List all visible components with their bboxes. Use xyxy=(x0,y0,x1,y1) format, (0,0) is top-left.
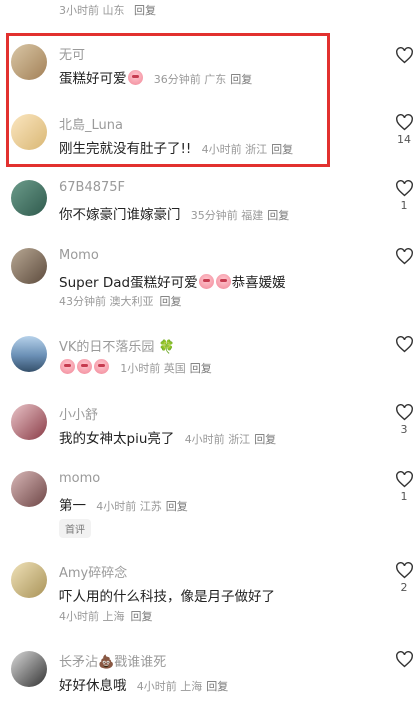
comment-location: 浙江 xyxy=(228,433,251,446)
heart-icon xyxy=(395,248,413,265)
like-count: 1 xyxy=(400,199,408,212)
comment-meta: 4小时前 上海 回复 xyxy=(59,608,153,624)
username[interactable]: Momo xyxy=(59,248,99,263)
pig-emoji-icon xyxy=(60,359,75,374)
heart-icon xyxy=(395,404,413,421)
comment-item: 67B4875F 你不嫁豪门谁嫁豪门 35分钟前 福建 回复 1 xyxy=(0,180,416,230)
like-button[interactable]: 3 xyxy=(392,404,416,436)
username-text: 戳谁谁死 xyxy=(114,655,167,670)
username-text: VK的日不落乐园 xyxy=(59,340,155,355)
reply-button[interactable]: 回复 xyxy=(160,295,182,308)
avatar[interactable] xyxy=(11,180,47,216)
avatar[interactable] xyxy=(11,651,47,687)
reply-button[interactable]: 回复 xyxy=(267,209,289,222)
comment-time: 4小时前 xyxy=(184,433,225,446)
like-button[interactable]: 1 xyxy=(392,471,416,503)
username[interactable]: 小小舒 xyxy=(59,404,98,423)
first-comment-badge: 首评 xyxy=(59,519,91,538)
poop-icon: 💩 xyxy=(98,655,115,670)
comment-time: 4小时前 xyxy=(96,500,137,513)
reply-button[interactable]: 回复 xyxy=(134,4,156,17)
like-button[interactable] xyxy=(392,248,416,265)
reply-button[interactable]: 回复 xyxy=(190,362,212,375)
comment-time: 3小时前 xyxy=(59,4,99,17)
comment-text-content: 你不嫁豪门谁嫁豪门 xyxy=(59,207,181,223)
like-button[interactable]: 14 xyxy=(392,114,416,146)
comment-location: 山东 xyxy=(102,4,125,17)
username[interactable]: 67B4875F xyxy=(59,180,125,195)
comment-text: 你不嫁豪门谁嫁豪门 35分钟前 福建 回复 xyxy=(59,203,289,223)
comment-text: 第一 4小时前 江苏 回复 xyxy=(59,494,188,514)
avatar[interactable] xyxy=(11,336,47,372)
comment-text: 1小时前 英国 回复 xyxy=(59,359,212,376)
comment-text-content: 我的女神太piu亮了 xyxy=(59,431,175,447)
comment-time: 4小时前 xyxy=(59,610,99,623)
highlight-box xyxy=(6,33,330,167)
heart-icon xyxy=(395,114,413,131)
like-button[interactable] xyxy=(392,336,416,353)
reply-button[interactable]: 回复 xyxy=(206,680,228,693)
username[interactable]: Amy碎碎念 xyxy=(59,562,127,581)
comment-meta: 43分钟前 澳大利亚 回复 xyxy=(59,293,182,309)
heart-icon xyxy=(395,336,413,353)
previous-comment-meta: 3小时前 山东 回复 xyxy=(59,2,156,18)
pig-emoji-icon xyxy=(198,274,214,289)
reply-button[interactable]: 回复 xyxy=(131,610,153,623)
comment-location: 澳大利亚 xyxy=(109,295,154,308)
comment-text-content: Super Dad蛋糕好可爱 xyxy=(59,275,198,291)
heart-icon xyxy=(395,180,413,197)
heart-icon xyxy=(395,651,413,668)
avatar[interactable] xyxy=(11,248,47,284)
comment-text: 我的女神太piu亮了 4小时前 浙江 回复 xyxy=(59,427,276,447)
like-count: 3 xyxy=(400,423,408,436)
like-button[interactable]: 1 xyxy=(392,180,416,212)
comment-location: 英国 xyxy=(163,362,186,375)
reply-button[interactable]: 回复 xyxy=(254,433,276,446)
comment-location: 上海 xyxy=(180,680,203,693)
comment-time: 4小时前 xyxy=(136,680,177,693)
comment-item: VK的日不落乐园 🍀 1小时前 英国 回复 xyxy=(0,336,416,386)
like-count: 14 xyxy=(397,133,411,146)
clover-icon: 🍀 xyxy=(158,340,175,355)
like-count: 1 xyxy=(400,490,408,503)
pig-emoji-icon xyxy=(77,359,92,374)
pig-emoji-icon xyxy=(94,359,109,374)
comment-text-content: 好好休息哦 xyxy=(59,678,127,694)
comment-time: 1小时前 xyxy=(120,362,161,375)
comment-text-content: 恭喜媛媛 xyxy=(231,275,286,291)
username[interactable]: 长矛沾💩戳谁谁死 xyxy=(59,651,166,670)
comment-location: 上海 xyxy=(102,610,125,623)
like-count: 2 xyxy=(400,581,408,594)
comment-time: 43分钟前 xyxy=(59,295,106,308)
avatar[interactable] xyxy=(11,471,47,507)
avatar[interactable] xyxy=(11,562,47,598)
comment-item: Amy碎碎念 吓人用的什么科技，像是月子做好了 4小时前 上海 回复 2 xyxy=(0,562,416,627)
comment-text: 吓人用的什么科技，像是月子做好了 xyxy=(59,589,275,605)
username-text: 长矛沾 xyxy=(59,655,99,670)
comment-item: Momo Super Dad蛋糕好可爱 恭喜媛媛 43分钟前 澳大利亚 回复 xyxy=(0,248,416,313)
username[interactable]: VK的日不落乐园 🍀 xyxy=(59,336,175,355)
comment-item: 小小舒 我的女神太piu亮了 4小时前 浙江 回复 3 xyxy=(0,404,416,454)
comment-text-content: 第一 xyxy=(59,498,86,514)
heart-icon xyxy=(395,562,413,579)
like-button[interactable]: 2 xyxy=(392,562,416,594)
comment-location: 江苏 xyxy=(139,500,162,513)
reply-button[interactable]: 回复 xyxy=(166,500,188,513)
like-button[interactable] xyxy=(392,651,416,668)
comment-location: 福建 xyxy=(241,209,264,222)
comment-text: Super Dad蛋糕好可爱 恭喜媛媛 xyxy=(59,271,286,291)
avatar[interactable] xyxy=(11,404,47,440)
comment-time: 35分钟前 xyxy=(190,209,238,222)
heart-icon xyxy=(395,471,413,488)
comment-text: 好好休息哦 4小时前 上海 回复 xyxy=(59,674,228,694)
comment-item: 长矛沾💩戳谁谁死 好好休息哦 4小时前 上海 回复 xyxy=(0,651,416,701)
comment-item: momo 第一 4小时前 江苏 回复 首评 1 xyxy=(0,471,416,541)
pig-emoji-icon xyxy=(215,274,231,289)
username[interactable]: momo xyxy=(59,471,100,486)
